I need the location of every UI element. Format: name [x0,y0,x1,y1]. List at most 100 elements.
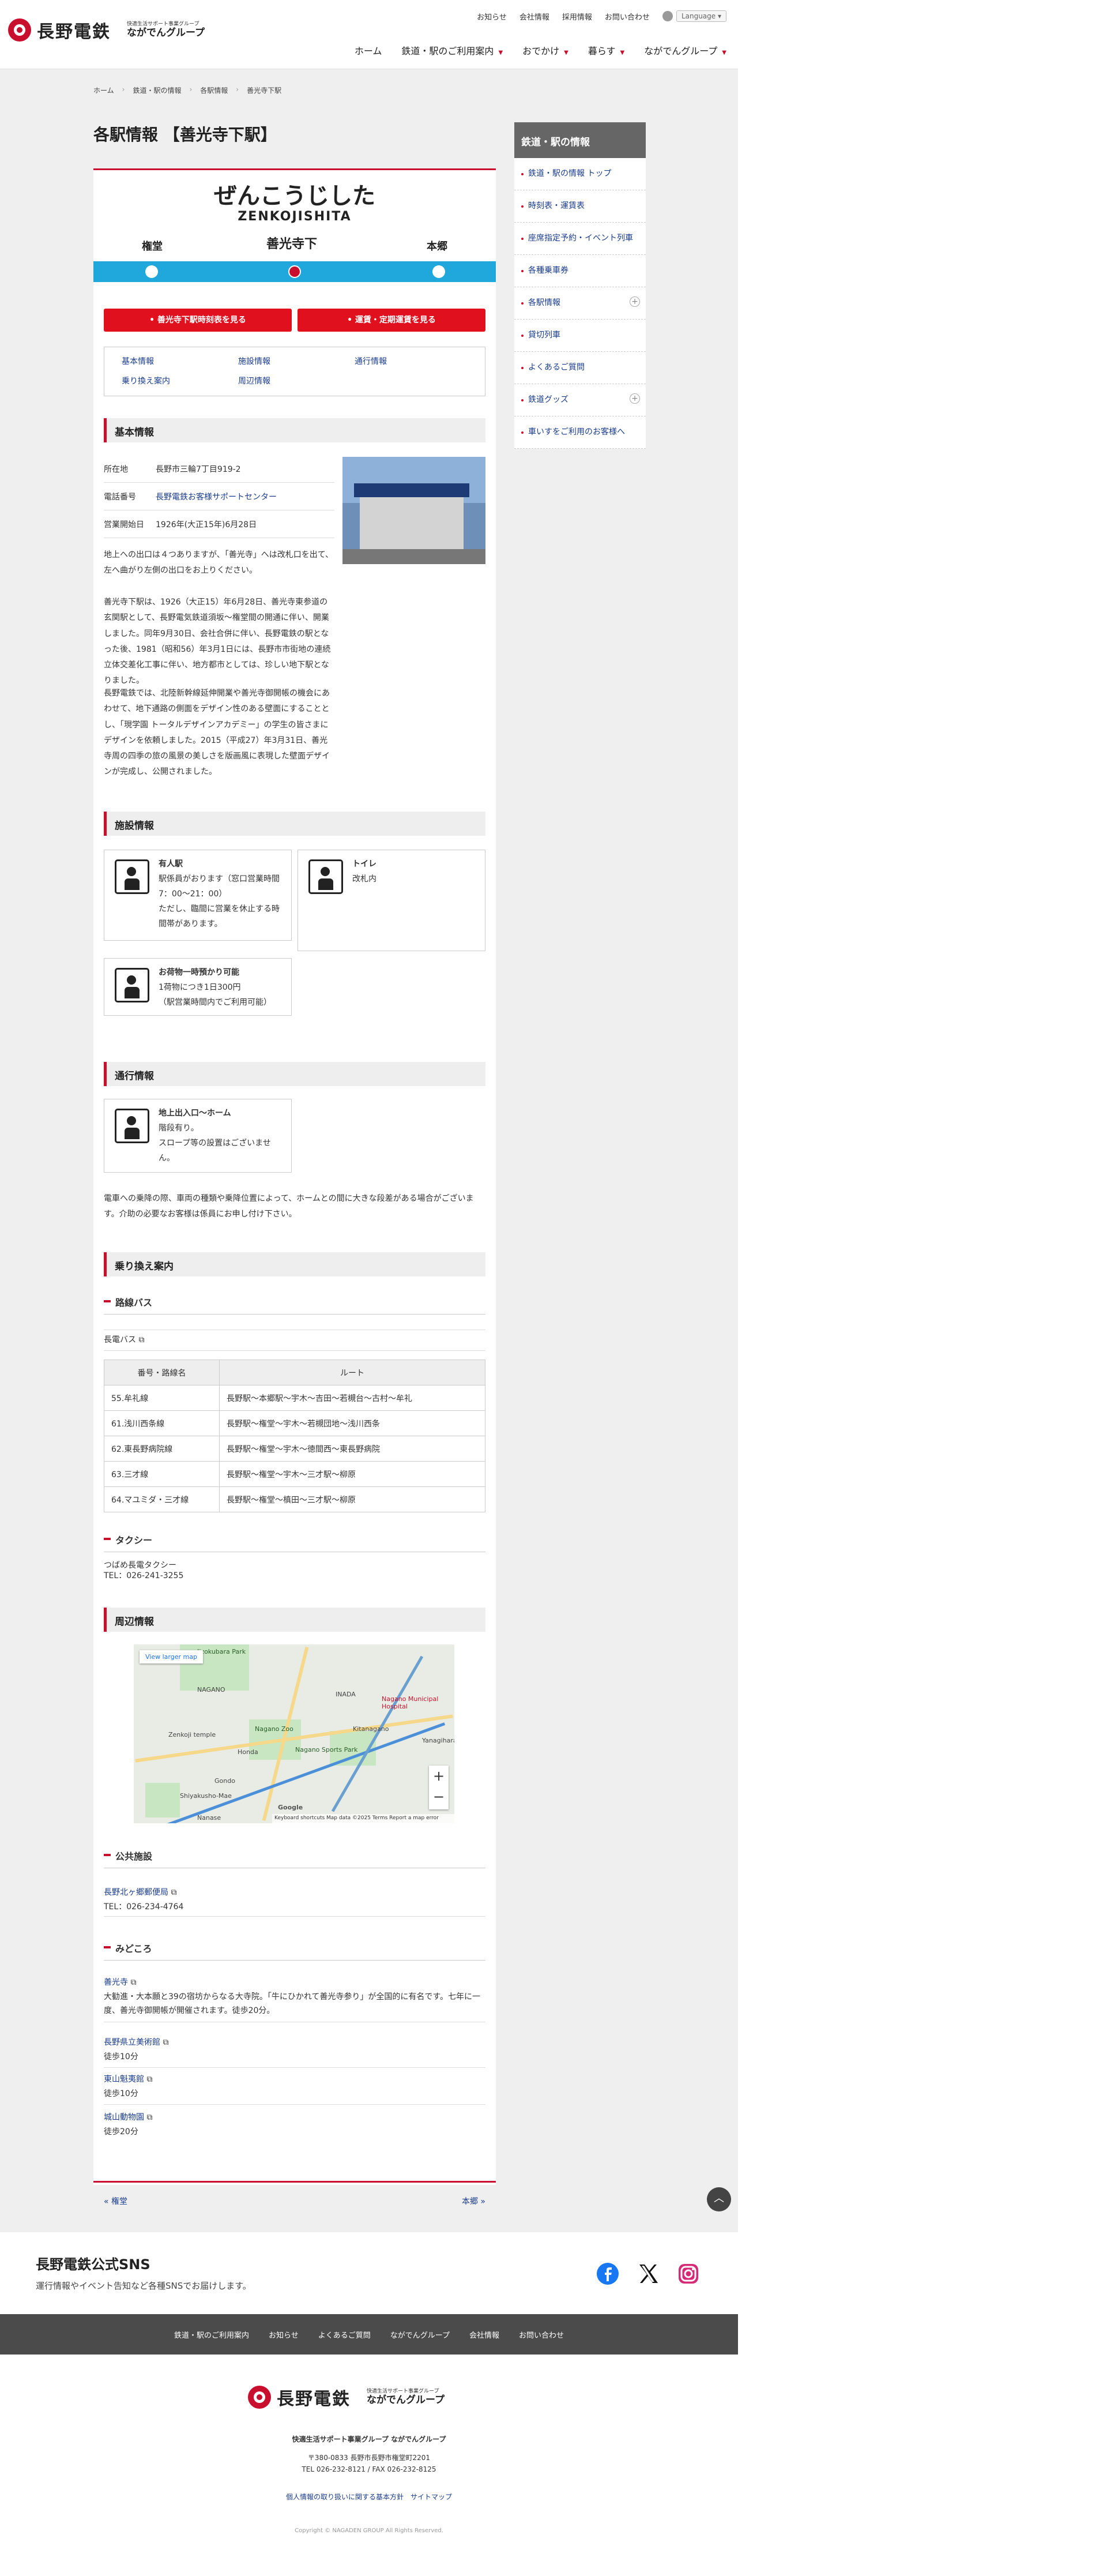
area-map[interactable]: Jizokubara Park NAGANO INADA Nagano Zoo … [134,1644,454,1823]
chevron-down-icon: ▼ [564,50,568,56]
external-link-icon: ⧉ [138,1335,145,1345]
timetable-button[interactable]: • 善光寺下駅時刻表を見る [104,309,292,332]
list-item: 長野北ヶ郷郵便局 ⧉ TEL：026-234-4764 [104,1886,485,1917]
map-footer: Keyboard shortcuts Map data ©2025 Terms … [272,1814,454,1823]
footer-address: 〒380-0833 長野市長野市権堂町2201 [307,2454,431,2462]
zoom-in-icon: + [432,1768,445,1784]
footer-link-group[interactable]: ながでんグループ [390,2329,450,2340]
table-row: 63.三才線 長野駅～権堂～宇木～三才駅～柳原 [104,1461,485,1487]
page-title: 各駅情報 【善光寺下駅】 [93,125,277,144]
access-stairs: 地上出入口～ホーム 階段有り。 スロープ等の設置はございません。 [104,1099,292,1173]
chevron-down-icon: ▼ [498,50,503,56]
public-facility-link[interactable]: 長野北ヶ郷郵便局 [104,1888,168,1897]
phone-link[interactable]: 長野電鉄お客様サポートセンター [156,491,277,502]
breadcrumb-home[interactable]: ホーム [93,85,114,95]
x-icon[interactable] [637,2262,660,2285]
util-news[interactable]: お知らせ [477,11,507,22]
sidebar-item-goods[interactable]: 鉄道グッズ + [514,384,646,416]
anchor-transfer[interactable]: 乗り換え案内 [122,375,170,386]
footer-link-contact[interactable]: お問い合わせ [519,2329,564,2340]
sitemap-link[interactable]: サイトマップ [411,2493,452,2501]
station-pager: « 権堂 本郷 » [93,2181,496,2206]
table-row: 64.マユミダ・三才線 長野駅～権堂～槙田～三才駅～柳原 [104,1486,485,1512]
sns-title: 長野電鉄公式SNS [36,2256,150,2273]
footer-nav: 鉄道・駅のご利用案内 お知らせ よくあるご質問 ながでんグループ 会社情報 お問… [0,2314,738,2355]
next-station-link[interactable]: 本郷 » [462,2195,485,2207]
util-recruit[interactable]: 採用情報 [562,11,592,22]
facility-luggage: お荷物一時預かり可能 1荷物につき1日300円 （駅営業時間内でご利用可能） [104,958,292,1016]
facebook-icon[interactable] [596,2262,619,2285]
bus-link[interactable]: 長電バス ⧉ [104,1330,485,1351]
prev-station-link[interactable]: « 権堂 [104,2195,127,2207]
anchor-basic[interactable]: 基本情報 [122,355,154,367]
address-value: 長野市三輪7丁目919-2 [156,464,241,474]
sidebar-item-wheelchair[interactable]: 車いすをご利用のお客様へ [514,416,646,449]
global-nav: ホーム 鉄道・駅のご利用案内 ▼ おでかけ ▼ 暮らす ▼ ながでんグループ ▼ [355,43,726,57]
taxi-link[interactable]: つばめ長電タクシー [104,1560,176,1571]
page: 長野電鉄 快適生活サポート事業グループ ながでんグループ お知らせ 会社情報 採用… [0,0,738,2576]
public-heading: 公共施設 [104,1845,485,1868]
table-row: 55.牟礼線 長野駅～本郷駅～宇木～吉田～若槻台～古村～牟礼 [104,1385,485,1411]
access-note: 電車への乗降の際、車両の種類や乗降位置によって、ホームとの間に大きな段差がある場… [104,1194,474,1219]
spot-link-museum[interactable]: 長野県立美術館 [104,2038,160,2047]
bus-route-table: 番号・路線名 ルート 55.牟礼線 長野駅～本郷駅～宇木～吉田～若槻台～古村～牟礼 … [104,1360,485,1512]
spot-link-zenkoji[interactable]: 善光寺 [104,1978,128,1987]
external-link-icon: ⧉ [130,1978,137,1987]
language-select[interactable]: Language ▾ [676,10,726,22]
sidebar-item-stations[interactable]: 各駅情報 + [514,287,646,320]
section-heading-transfer: 乗り換え案内 [104,1252,485,1276]
footer-link-railway[interactable]: 鉄道・駅のご利用案内 [174,2329,249,2340]
section-heading-access: 通行情報 [104,1062,485,1086]
view-larger-map-button[interactable]: View larger map [140,1650,203,1663]
sidebar-item-timetable[interactable]: 時刻表・運賃表 [514,190,646,223]
current-station-dot [288,265,301,278]
footer-logo[interactable]: 長野電鉄 快適生活サポート事業グループ ながでんグループ [248,2385,445,2410]
list-item: 長野県立美術館 ⧉ 徒歩10分 [104,2036,485,2068]
stairs-icon [115,1109,149,1143]
footer-link-faq[interactable]: よくあるご質問 [318,2329,371,2340]
sidebar-item-top[interactable]: 鉄道・駅の情報 トップ [514,158,646,190]
sidebar-item-faq[interactable]: よくあるご質問 [514,352,646,384]
instagram-icon[interactable] [677,2262,700,2285]
spot-link-higashiyama[interactable]: 東山魁夷館 [104,2075,144,2084]
breadcrumb-stations[interactable]: 各駅情報 [200,85,228,95]
nav-living[interactable]: 暮らす ▼ [588,43,624,57]
nav-group[interactable]: ながでんグループ ▼ [644,43,726,57]
anchor-facility[interactable]: 施設情報 [238,355,270,367]
anchor-links: 基本情報 施設情報 通行情報 乗り換え案内 周辺情報 [104,347,485,396]
zoom-controls[interactable]: + − [429,1766,449,1809]
next-station-label[interactable]: 本郷 [427,238,447,253]
fare-button[interactable]: • 運賃・定期運賃を見る [298,309,485,332]
luggage-icon [115,968,149,1002]
footer-link-company[interactable]: 会社情報 [469,2329,499,2340]
prev-station-label[interactable]: 権堂 [142,238,163,253]
footer-tel: TEL 026-232-8121 / FAX 026-232-8125 [302,2465,436,2473]
util-contact[interactable]: お問い合わせ [605,11,650,22]
nav-home[interactable]: ホーム [355,43,382,57]
breadcrumb-current: 善光寺下駅 [247,87,282,95]
privacy-link[interactable]: 個人情報の取り扱いに関する基本方針 [286,2493,404,2501]
nav-outing[interactable]: おでかけ ▼ [522,43,568,57]
station-header: ぜんこうじした ZENKOJISHITA 権堂 善光寺下 本郷 [93,170,496,282]
table-row: 61.浅川西条線 長野駅～権堂～宇木～若槻団地～浅川西条 [104,1410,485,1436]
sidebar-item-tickets[interactable]: 各種乗車券 [514,255,646,287]
basic-text-design: 長野電鉄では、北陸新幹線延伸開業や善光寺御開帳の機会にあわせて、地下通路の側面を… [104,689,330,777]
logo-group-name: ながでんグループ [127,27,205,39]
anchor-surroundings[interactable]: 周辺情報 [238,375,270,386]
breadcrumb-railway[interactable]: 鉄道・駅の情報 [133,85,181,95]
nav-railway[interactable]: 鉄道・駅のご利用案内 ▼ [401,43,503,57]
table-row: 62.東長野病院線 長野駅～権堂～宇木～徳間西～東長野病院 [104,1436,485,1462]
chevron-up-icon: ︿ [714,2192,724,2205]
spot-link-zoo[interactable]: 城山動物園 [104,2113,144,2122]
sidebar-item-charter[interactable]: 貸切列車 [514,320,646,352]
back-to-top-button[interactable]: ︿ [707,2187,731,2211]
util-company[interactable]: 会社情報 [519,11,549,22]
footer-link-news[interactable]: お知らせ [269,2329,299,2340]
sidebar-item-reservation[interactable]: 座席指定予約・イベント列車 [514,223,646,255]
basic-text-history: 善光寺下駅は、1926（大正15）年6月28日、善光寺東参道の玄関駅として、長野… [104,598,331,686]
site-logo[interactable]: 長野電鉄 快適生活サポート事業グループ ながでんグループ [8,17,205,43]
anchor-access[interactable]: 通行情報 [355,355,387,367]
section-heading-surroundings: 周辺情報 [104,1608,485,1632]
current-station-label: 善光寺下 [266,237,318,251]
sns-description: 運行情報やイベント告知など各種SNSでお届けします。 [36,2281,251,2291]
